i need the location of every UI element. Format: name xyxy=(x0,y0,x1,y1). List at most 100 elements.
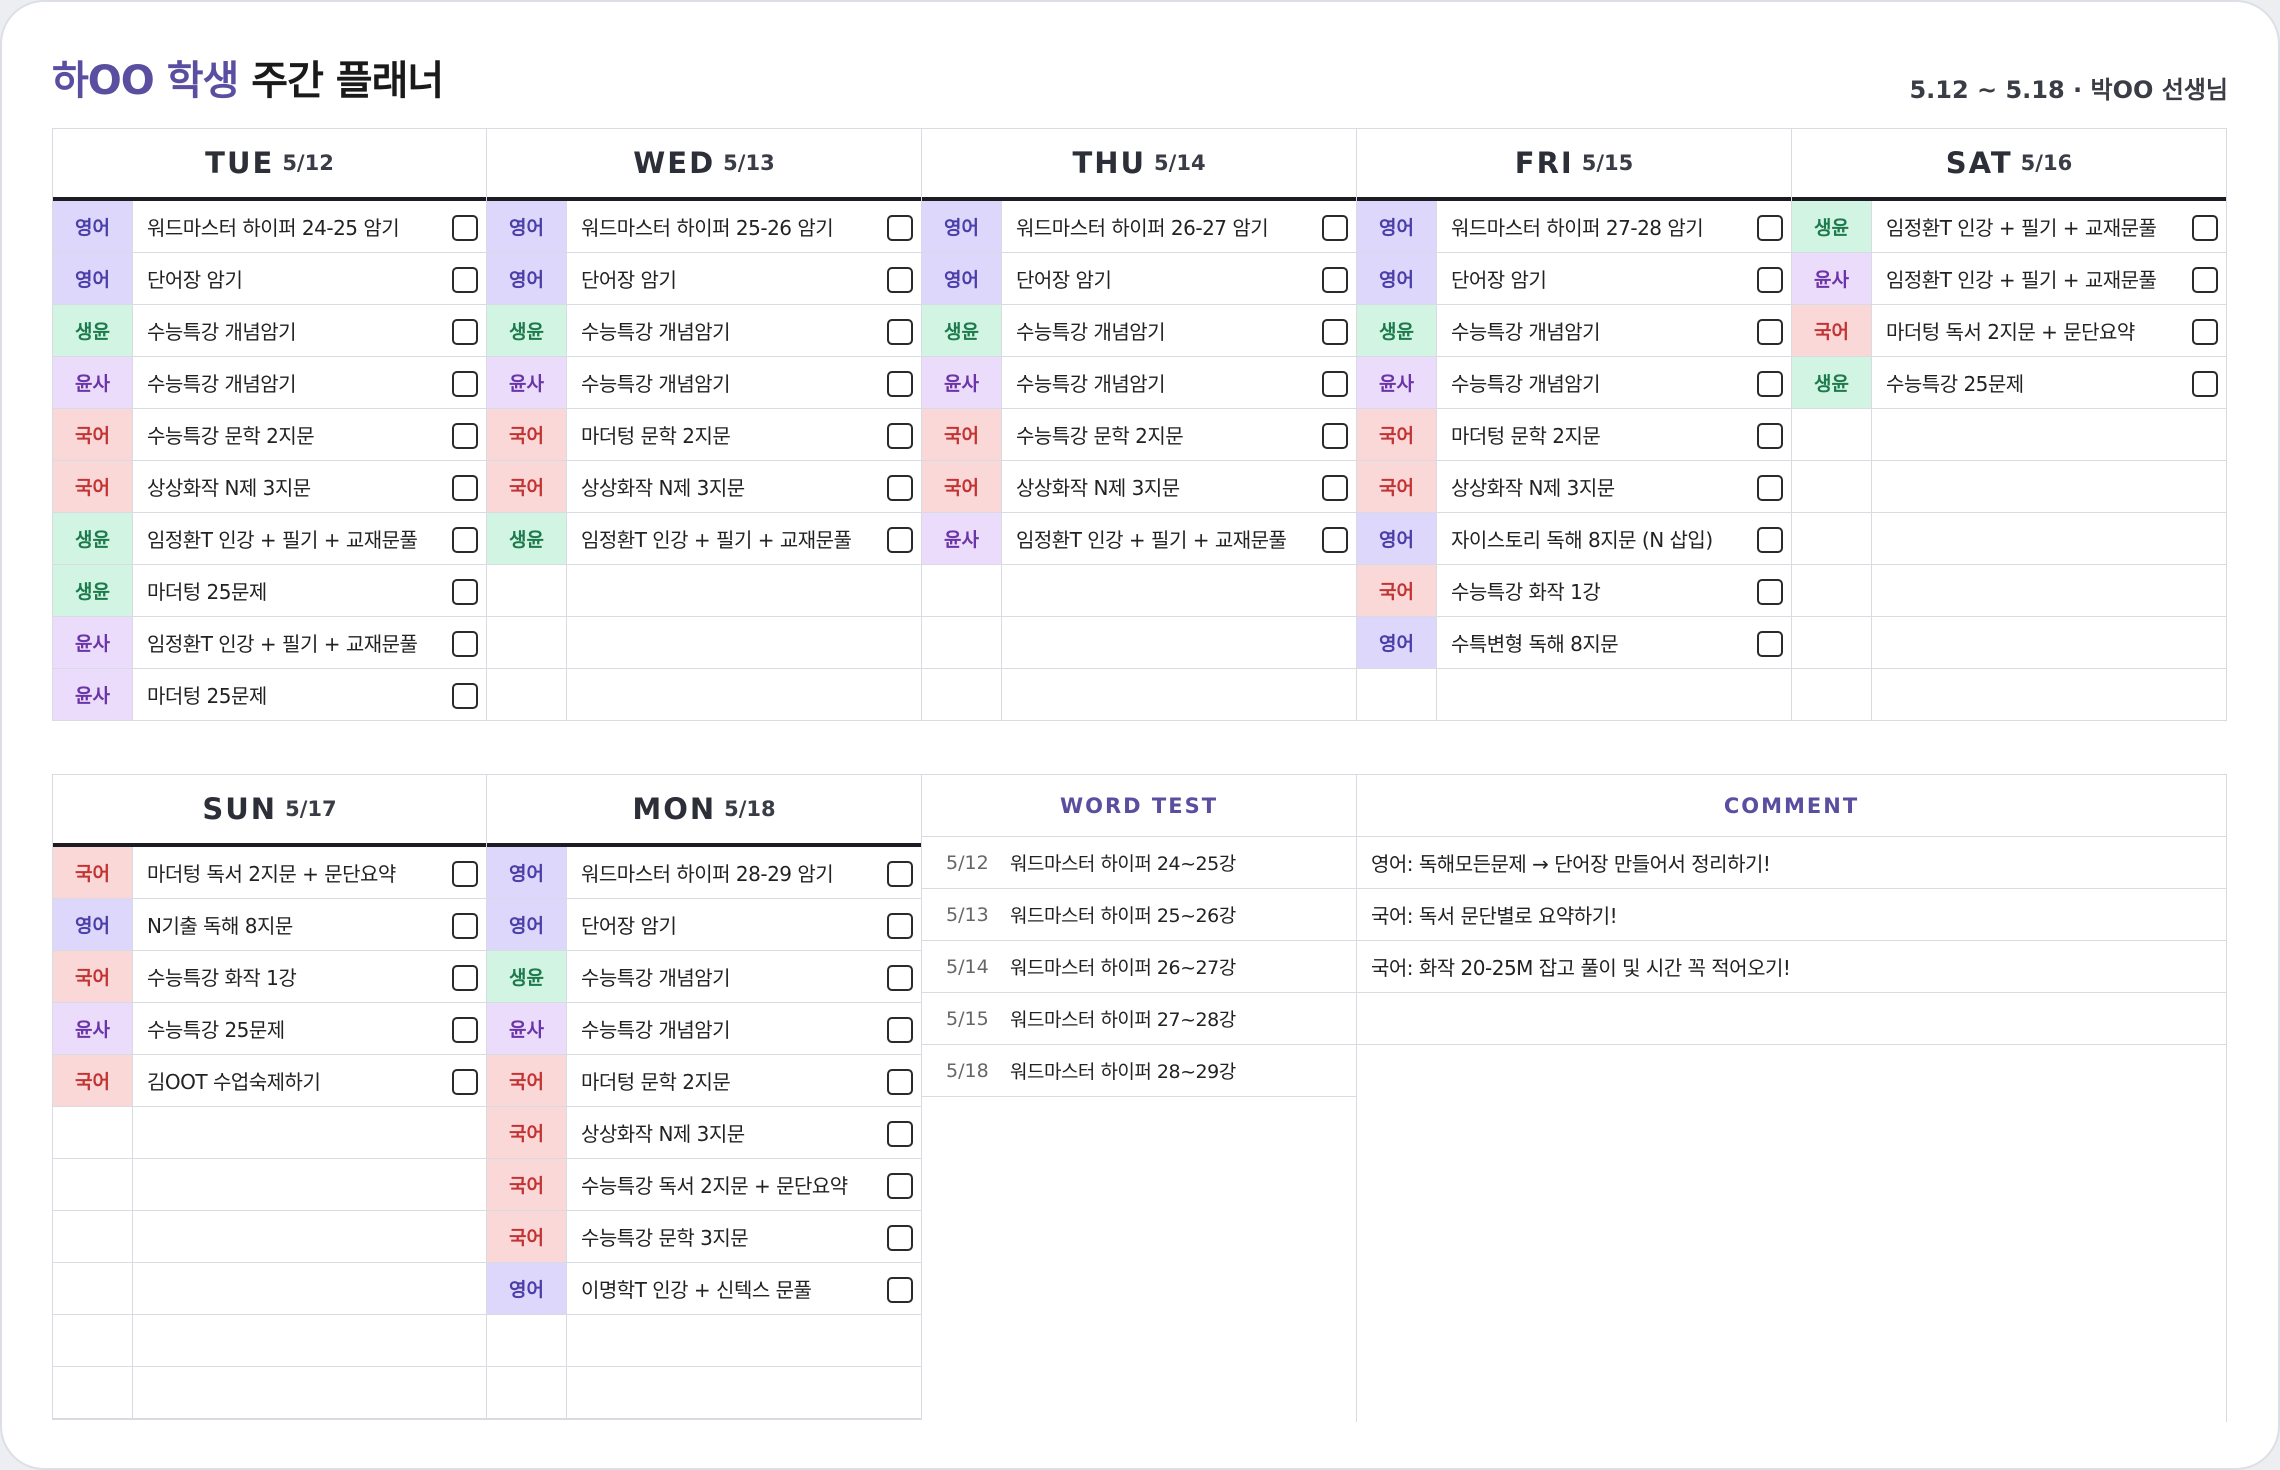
task-row: 영어 단어장 암기 xyxy=(487,253,921,305)
task-text: 단어장 암기 xyxy=(1016,268,1112,292)
word-test-title: WORD TEST xyxy=(922,775,1356,837)
task-checkbox[interactable] xyxy=(1322,371,1348,397)
day-date: 5/14 xyxy=(1154,151,1206,175)
task-checkbox[interactable] xyxy=(887,1121,913,1147)
task-row: 국어 상상화작 N제 3지문 xyxy=(53,461,486,513)
task-row: 윤사 수능특강 개념암기 xyxy=(1357,357,1791,409)
task-checkbox[interactable] xyxy=(887,1277,913,1303)
task-checkbox[interactable] xyxy=(887,267,913,293)
task-checkbox[interactable] xyxy=(1757,423,1783,449)
day-panel-thu: THU 5/14 영어 워드마스터 하이퍼 26-27 암기 영어 단어장 암기 생윤 수능특… xyxy=(922,128,1357,721)
task-checkbox[interactable] xyxy=(887,1225,913,1251)
task-checkbox[interactable] xyxy=(452,913,478,939)
day-date: 5/13 xyxy=(723,151,775,175)
task-checkbox[interactable] xyxy=(452,965,478,991)
student-name: 하OO 학생 xyxy=(52,58,239,104)
task-checkbox[interactable] xyxy=(1757,215,1783,241)
task-row: 국어 마더텅 문학 2지문 xyxy=(487,409,921,461)
subject-tag xyxy=(1357,669,1437,720)
subject-tag xyxy=(487,617,567,668)
task-checkbox[interactable] xyxy=(2192,371,2218,397)
task-checkbox[interactable] xyxy=(1322,423,1348,449)
empty-row xyxy=(487,617,921,669)
task-row: 생윤 임정환T 인강 + 필기 + 교재문풀 xyxy=(487,513,921,565)
word-test-row: 5/14 워드마스터 하이퍼 26~27강 xyxy=(922,941,1356,993)
task-checkbox[interactable] xyxy=(452,423,478,449)
task-checkbox[interactable] xyxy=(2192,319,2218,345)
subject-tag: 생윤 xyxy=(53,305,133,356)
task-text: 수능특강 문학 3지문 xyxy=(581,1226,749,1250)
task-checkbox[interactable] xyxy=(1757,267,1783,293)
task-checkbox[interactable] xyxy=(452,267,478,293)
task-checkbox[interactable] xyxy=(452,861,478,887)
task-checkbox[interactable] xyxy=(452,371,478,397)
task-checkbox[interactable] xyxy=(2192,267,2218,293)
subject-tag xyxy=(53,1107,133,1158)
task-checkbox[interactable] xyxy=(887,1069,913,1095)
subject-tag xyxy=(487,565,567,616)
subject-tag xyxy=(1792,565,1872,616)
word-test-row: 5/15 워드마스터 하이퍼 27~28강 xyxy=(922,993,1356,1045)
task-row: 윤사 임정환T 인강 + 필기 + 교재문풀 xyxy=(53,617,486,669)
task-checkbox[interactable] xyxy=(452,475,478,501)
planner-label: 주간 플래너 xyxy=(251,58,444,104)
task-text: 단어장 암기 xyxy=(147,268,243,292)
subject-tag: 국어 xyxy=(487,1211,567,1262)
task-checkbox[interactable] xyxy=(452,319,478,345)
task-row: 영어 단어장 암기 xyxy=(922,253,1356,305)
day-header: TUE 5/12 xyxy=(53,129,486,201)
task-checkbox[interactable] xyxy=(452,631,478,657)
task-checkbox[interactable] xyxy=(887,319,913,345)
task-text: 수능특강 개념암기 xyxy=(1451,372,1601,396)
task-text: 단어장 암기 xyxy=(581,268,677,292)
task-checkbox[interactable] xyxy=(887,423,913,449)
task-checkbox[interactable] xyxy=(452,683,478,709)
subject-tag xyxy=(487,669,567,720)
task-checkbox[interactable] xyxy=(887,1017,913,1043)
task-text: 수능특강 개념암기 xyxy=(581,372,731,396)
task-checkbox[interactable] xyxy=(887,371,913,397)
task-checkbox[interactable] xyxy=(1757,579,1783,605)
subject-tag: 국어 xyxy=(1792,305,1872,356)
task-text: 상상화작 N제 3지문 xyxy=(581,1122,745,1146)
task-checkbox[interactable] xyxy=(452,527,478,553)
task-checkbox[interactable] xyxy=(887,913,913,939)
task-checkbox[interactable] xyxy=(452,1017,478,1043)
task-checkbox[interactable] xyxy=(1322,319,1348,345)
task-checkbox[interactable] xyxy=(887,215,913,241)
day-name: THU xyxy=(1072,146,1147,180)
task-checkbox[interactable] xyxy=(1757,371,1783,397)
task-checkbox[interactable] xyxy=(1757,631,1783,657)
task-checkbox[interactable] xyxy=(1757,475,1783,501)
task-checkbox[interactable] xyxy=(452,579,478,605)
task-checkbox[interactable] xyxy=(1322,527,1348,553)
task-checkbox[interactable] xyxy=(887,1173,913,1199)
task-checkbox[interactable] xyxy=(452,1069,478,1095)
day-panel-mon: MON 5/18 영어 워드마스터 하이퍼 28-29 암기 영어 단어장 암기 생윤 수능특… xyxy=(487,774,922,1420)
task-text: 자이스토리 독해 8지문 (N 삽입) xyxy=(1451,528,1713,552)
task-row: 생윤 수능특강 25문제 xyxy=(1792,357,2226,409)
task-row: 윤사 수능특강 25문제 xyxy=(53,1003,486,1055)
word-test-text: 워드마스터 하이퍼 24~25강 xyxy=(1010,853,1236,875)
task-checkbox[interactable] xyxy=(1322,267,1348,293)
task-checkbox[interactable] xyxy=(1322,475,1348,501)
task-checkbox[interactable] xyxy=(887,861,913,887)
day-date: 5/12 xyxy=(282,151,334,175)
task-checkbox[interactable] xyxy=(1322,215,1348,241)
task-checkbox[interactable] xyxy=(452,215,478,241)
task-checkbox[interactable] xyxy=(887,965,913,991)
subject-tag: 윤사 xyxy=(922,357,1002,408)
day-header: WED 5/13 xyxy=(487,129,921,201)
task-checkbox[interactable] xyxy=(887,475,913,501)
word-test-text: 워드마스터 하이퍼 25~26강 xyxy=(1010,905,1236,927)
word-test-text: 워드마스터 하이퍼 27~28강 xyxy=(1010,1009,1236,1031)
task-checkbox[interactable] xyxy=(887,527,913,553)
task-text: 수능특강 개념암기 xyxy=(1016,320,1166,344)
task-checkbox[interactable] xyxy=(2192,215,2218,241)
task-checkbox[interactable] xyxy=(1757,319,1783,345)
task-row: 윤사 수능특강 개념암기 xyxy=(53,357,486,409)
subject-tag: 생윤 xyxy=(1792,357,1872,408)
task-checkbox[interactable] xyxy=(1757,527,1783,553)
task-text: 임정환T 인강 + 필기 + 교재문풀 xyxy=(147,632,418,656)
word-test-text: 워드마스터 하이퍼 28~29강 xyxy=(1010,1061,1236,1083)
